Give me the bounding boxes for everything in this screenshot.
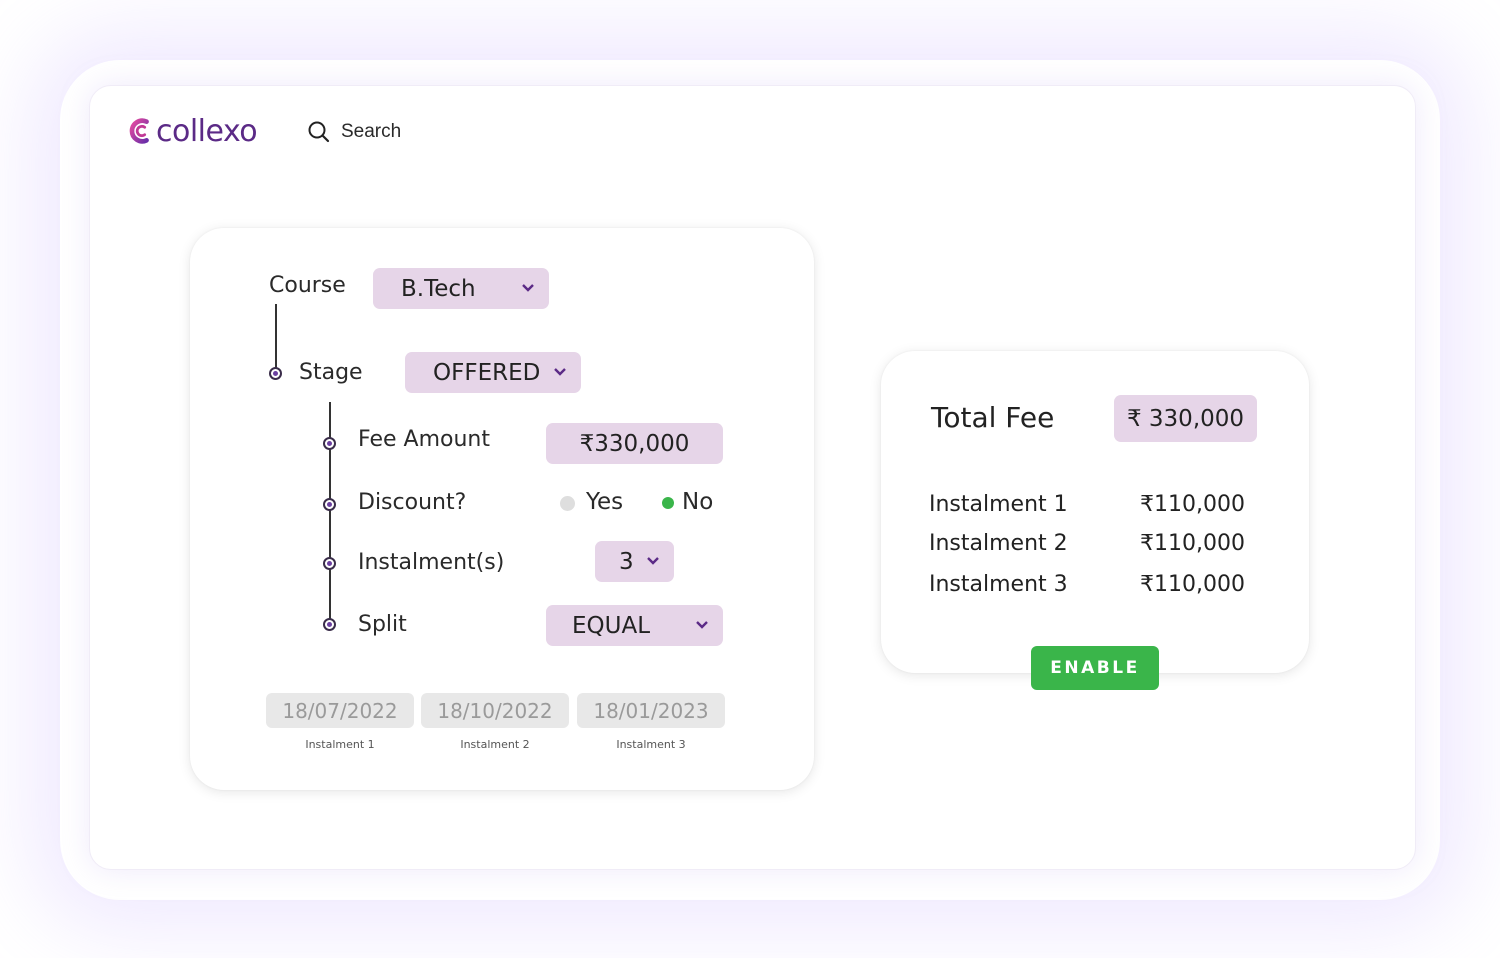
instalments-node-icon bbox=[323, 557, 336, 570]
chevron-down-icon bbox=[554, 367, 566, 376]
tree-line-stage bbox=[329, 402, 331, 626]
enable-button[interactable]: ENABLE bbox=[1031, 646, 1159, 690]
summary-instalment-amount: ₹110,000 bbox=[1140, 531, 1245, 556]
course-value: B.Tech bbox=[401, 275, 476, 302]
chevron-down-icon bbox=[696, 620, 708, 629]
discount-yes-label: Yes bbox=[586, 489, 624, 515]
instalment-date-caption: Instalment 1 bbox=[305, 738, 375, 751]
fee-amount-input[interactable]: ₹330,000 bbox=[546, 423, 723, 464]
instalment-date-caption: Instalment 3 bbox=[616, 738, 686, 751]
search-icon bbox=[308, 121, 330, 143]
discount-label: Discount? bbox=[358, 490, 467, 515]
instalment-date-3[interactable]: 18/01/2023 bbox=[577, 693, 725, 728]
search-bar[interactable]: Search bbox=[307, 120, 401, 144]
stage-node-icon bbox=[269, 367, 282, 380]
discount-yes-radio[interactable] bbox=[560, 496, 575, 511]
fee-node-icon bbox=[323, 437, 336, 450]
discount-no-label: No bbox=[682, 489, 714, 515]
instalment-date-2[interactable]: 18/10/2022 bbox=[421, 693, 569, 728]
tree-line-course bbox=[275, 304, 277, 368]
stage-label: Stage bbox=[299, 360, 363, 385]
split-node-icon bbox=[323, 618, 336, 631]
split-label: Split bbox=[358, 612, 407, 637]
instalment-date-1[interactable]: 18/07/2022 bbox=[266, 693, 414, 728]
instalments-label: Instalment(s) bbox=[358, 550, 505, 575]
instalments-select[interactable]: 3 bbox=[595, 541, 674, 582]
logo-text: collexo bbox=[156, 113, 258, 149]
summary-instalment-amount: ₹110,000 bbox=[1140, 572, 1245, 597]
search-label: Search bbox=[341, 121, 402, 142]
fee-amount-label: Fee Amount bbox=[358, 427, 490, 452]
collexo-logo-icon bbox=[129, 118, 149, 144]
instalments-value: 3 bbox=[619, 548, 634, 575]
summary-instalment-label: Instalment 1 bbox=[929, 492, 1068, 517]
total-fee-value: ₹ 330,000 bbox=[1114, 395, 1257, 442]
summary-instalment-amount: ₹110,000 bbox=[1140, 492, 1245, 517]
summary-instalment-label: Instalment 3 bbox=[929, 572, 1068, 597]
discount-no-radio[interactable] bbox=[662, 497, 674, 509]
stage-value: OFFERED bbox=[433, 359, 541, 386]
split-select[interactable]: EQUAL bbox=[546, 605, 723, 646]
chevron-down-icon bbox=[647, 556, 659, 565]
summary-instalment-label: Instalment 2 bbox=[929, 531, 1068, 556]
fee-amount-value: ₹330,000 bbox=[579, 430, 690, 457]
course-label: Course bbox=[269, 273, 346, 298]
course-select[interactable]: B.Tech bbox=[373, 268, 549, 309]
total-fee-label: Total Fee bbox=[931, 401, 1055, 434]
total-fee-amount: ₹ 330,000 bbox=[1126, 405, 1245, 432]
stage-select[interactable]: OFFERED bbox=[405, 352, 581, 393]
discount-node-icon bbox=[323, 498, 336, 511]
logo: collexo bbox=[126, 112, 258, 150]
split-value: EQUAL bbox=[572, 612, 651, 639]
instalment-date-caption: Instalment 2 bbox=[460, 738, 530, 751]
chevron-down-icon bbox=[522, 283, 534, 292]
